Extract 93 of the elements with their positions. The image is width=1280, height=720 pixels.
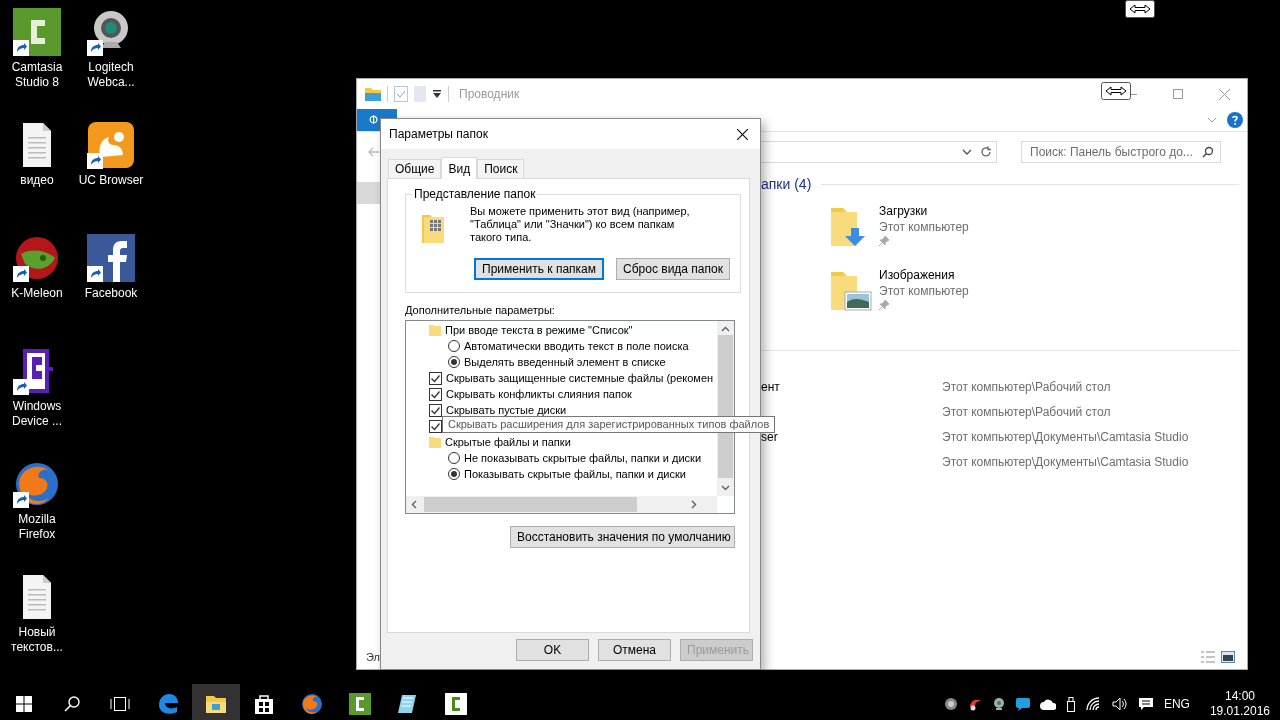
desktop-shortcut[interactable]: видео — [0, 119, 74, 190]
view-button[interactable]: Сброс вида папок — [616, 258, 730, 280]
network-globe-icon[interactable] — [943, 697, 958, 711]
desktop-shortcut[interactable]: UC Browser — [74, 119, 148, 190]
view-button[interactable]: Применить к папкам — [474, 258, 605, 280]
folder-icon — [429, 436, 441, 448]
file-path: Этот компьютер\Документы\Camtasia Studio — [942, 429, 1189, 444]
window-title: Проводник — [459, 87, 520, 101]
file-name[interactable]: ент — [761, 379, 780, 394]
app-icon — [444, 692, 468, 716]
maximize-icon — [1173, 89, 1183, 99]
group-description: Вы можете применить этот вид (например, "Таблица" или "Значки") ко всем папкам такого типа. — [470, 205, 691, 244]
browser-icon — [300, 692, 324, 716]
windows-icon — [16, 696, 32, 712]
checkbox[interactable] — [429, 403, 442, 417]
group-title: Представление папок — [413, 187, 537, 201]
taskbar-app[interactable] — [192, 684, 240, 720]
tiles-view-icon[interactable] — [1221, 651, 1235, 663]
setting-label[interactable]: При вводе текста в режиме "Список" — [445, 324, 633, 336]
desktop-shortcut[interactable]: Windows Device ... — [0, 345, 74, 431]
status-text: Эл — [366, 651, 380, 663]
clock[interactable]: 14:00 19.01.2016 — [1209, 689, 1270, 719]
search-icon — [64, 696, 80, 712]
search-field[interactable]: Поиск: Панель быстрого до... — [1021, 141, 1221, 163]
setting-label[interactable]: Скрывать пустые диски — [446, 404, 567, 416]
file-path: Этот компьютер\Рабочий стол — [942, 379, 1111, 394]
app-icon — [348, 692, 372, 716]
desktop-shortcut[interactable]: Camtasia Studio 8 — [0, 6, 74, 92]
clock-time: 14:00 — [1224, 689, 1255, 704]
setting-label[interactable]: Скрытые файлы и папки — [445, 436, 571, 448]
folder-icon[interactable] — [365, 87, 381, 101]
setting-label[interactable]: Не показывать скрытые файлы, папки и диски — [464, 452, 702, 464]
wifi-icon[interactable] — [1085, 697, 1102, 711]
folder-name[interactable]: Изображения — [879, 268, 969, 282]
setting-label[interactable]: Скрывать конфликты слияния папок — [446, 388, 632, 400]
language-indicator[interactable]: ENG — [1163, 697, 1190, 711]
radio-button[interactable] — [448, 452, 460, 464]
desktop-shortcut[interactable]: Mozilla Firefox — [0, 458, 74, 544]
close-icon — [1218, 88, 1230, 100]
restore-defaults-button[interactable]: Восстановить значения по умолчанию — [510, 526, 735, 548]
clock-date: 19.01.2016 — [1209, 704, 1270, 719]
checkmark-document-icon[interactable] — [394, 86, 408, 102]
folder-location: Этот компьютер — [879, 220, 969, 234]
tab[interactable]: Поиск — [477, 159, 525, 178]
setting-label[interactable]: Показывать скрытые файлы, папки и диски — [464, 468, 686, 480]
browser-icon — [156, 692, 180, 716]
app-tray-icon[interactable] — [967, 697, 982, 711]
shopping-bag-icon — [252, 692, 276, 716]
radio-button[interactable] — [448, 468, 460, 480]
scroll-down-icon[interactable] — [721, 485, 730, 491]
scroll-up-icon[interactable] — [721, 326, 730, 332]
folder-icon — [429, 324, 441, 336]
speaker-icon[interactable] — [1111, 697, 1128, 711]
checkbox[interactable] — [429, 419, 442, 433]
file-path: Этот компьютер\Рабочий стол — [942, 404, 1111, 419]
cloud-icon[interactable] — [1039, 698, 1056, 710]
checkbox[interactable] — [429, 387, 442, 401]
group-header: апки (4) — [761, 176, 812, 192]
help-icon[interactable] — [1227, 112, 1243, 128]
chat-icon[interactable] — [1015, 697, 1030, 711]
desktop-shortcut[interactable]: Logitech Webca... — [74, 6, 148, 92]
desktop-shortcut[interactable]: Facebook — [74, 232, 148, 303]
radio-button[interactable] — [448, 356, 460, 368]
file-path: Этот компьютер\Документы\Camtasia Studio — [942, 454, 1189, 469]
scroll-right-icon[interactable] — [691, 500, 697, 509]
tab[interactable]: Общие — [388, 159, 442, 178]
chevron-down-icon[interactable] — [962, 149, 972, 155]
close-icon — [736, 128, 748, 140]
usb-drive-icon[interactable] — [1065, 696, 1076, 712]
setting-label[interactable]: Выделять введенный элемент в списке — [464, 356, 666, 368]
horizontal-scrollbar[interactable] — [406, 496, 717, 513]
notifications-icon[interactable] — [1137, 697, 1154, 711]
resize-cursor-icon — [1101, 82, 1131, 100]
scroll-left-icon[interactable] — [411, 500, 417, 509]
section-label: Дополнительные параметры: — [405, 304, 556, 316]
desktop-shortcut[interactable]: K-Meleon — [0, 232, 74, 303]
tooltip: Скрывать расширения для зарегистрированных типов файлов — [442, 416, 776, 433]
folder-name[interactable]: Загрузки — [879, 204, 969, 218]
search-icon — [1202, 146, 1214, 158]
refresh-icon[interactable] — [980, 146, 992, 158]
radio-button[interactable] — [448, 340, 460, 352]
tab[interactable]: Вид — [441, 157, 478, 179]
dropdown-caret-icon[interactable] — [432, 89, 442, 99]
dialog-button[interactable]: Отмена — [598, 639, 671, 661]
desktop-shortcut[interactable]: Новый текстов... — [0, 571, 74, 657]
setting-label[interactable]: Автоматически вводить текст в поле поиска — [464, 340, 689, 352]
folder-grid-icon — [422, 213, 446, 243]
webcam-icon[interactable] — [991, 697, 1006, 711]
dialog-button[interactable]: OK — [516, 639, 589, 661]
checkbox[interactable] — [429, 371, 442, 385]
task-view-icon — [110, 696, 130, 712]
folder-location: Этот компьютер — [879, 284, 969, 298]
setting-label[interactable]: Скрывать защищенные системные файлы (рекомен — [446, 372, 714, 384]
